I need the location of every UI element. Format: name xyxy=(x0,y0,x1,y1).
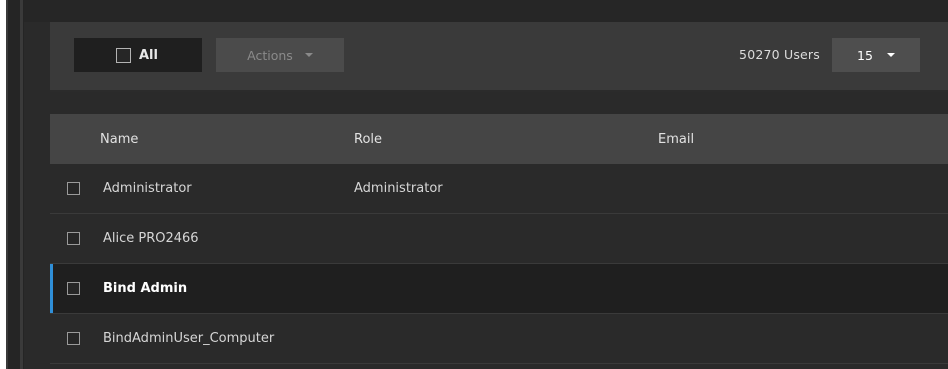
page-size-select[interactable]: 15 xyxy=(832,38,920,72)
column-header-name[interactable]: Name xyxy=(100,132,138,147)
table-header: Name Role Email xyxy=(50,114,948,164)
row-checkbox[interactable] xyxy=(67,232,80,245)
user-count: 50270 Users xyxy=(739,47,820,62)
select-all-checkbox[interactable] xyxy=(116,47,131,63)
row-name: Alice PRO2466 xyxy=(103,231,199,246)
user-list-panel: All Actions 50270 Users 15 Name Role Ema… xyxy=(0,0,948,369)
table-row[interactable]: BindAdminUser_Computer xyxy=(50,314,948,364)
table-row[interactable]: Administrator Administrator xyxy=(50,164,948,214)
table-row-selected[interactable]: Bind Admin xyxy=(50,264,948,314)
selection-indicator xyxy=(50,264,53,313)
column-header-email[interactable]: Email xyxy=(658,132,694,147)
actions-dropdown[interactable]: Actions xyxy=(216,38,344,72)
top-strip xyxy=(24,0,948,22)
actions-label: Actions xyxy=(247,47,293,63)
row-name: Bind Admin xyxy=(103,281,188,296)
users-table: Name Role Email Administrator Administra… xyxy=(50,114,948,364)
row-name: Administrator xyxy=(103,181,192,196)
row-name: BindAdminUser_Computer xyxy=(103,331,275,346)
row-checkbox[interactable] xyxy=(67,182,80,195)
page-size-value: 15 xyxy=(857,47,873,63)
select-all-button[interactable]: All xyxy=(74,38,202,72)
divider xyxy=(20,0,23,369)
row-role: Administrator xyxy=(354,181,443,196)
users-toolbar: All Actions 50270 Users 15 xyxy=(50,22,948,92)
page-left-edge xyxy=(0,0,8,369)
chevron-down-icon xyxy=(886,53,895,57)
select-all-label: All xyxy=(139,47,158,63)
row-checkbox[interactable] xyxy=(67,332,80,345)
table-row[interactable]: Alice PRO2466 xyxy=(50,214,948,264)
chevron-down-icon xyxy=(304,53,313,57)
row-checkbox[interactable] xyxy=(67,282,80,295)
column-header-role[interactable]: Role xyxy=(354,132,382,147)
